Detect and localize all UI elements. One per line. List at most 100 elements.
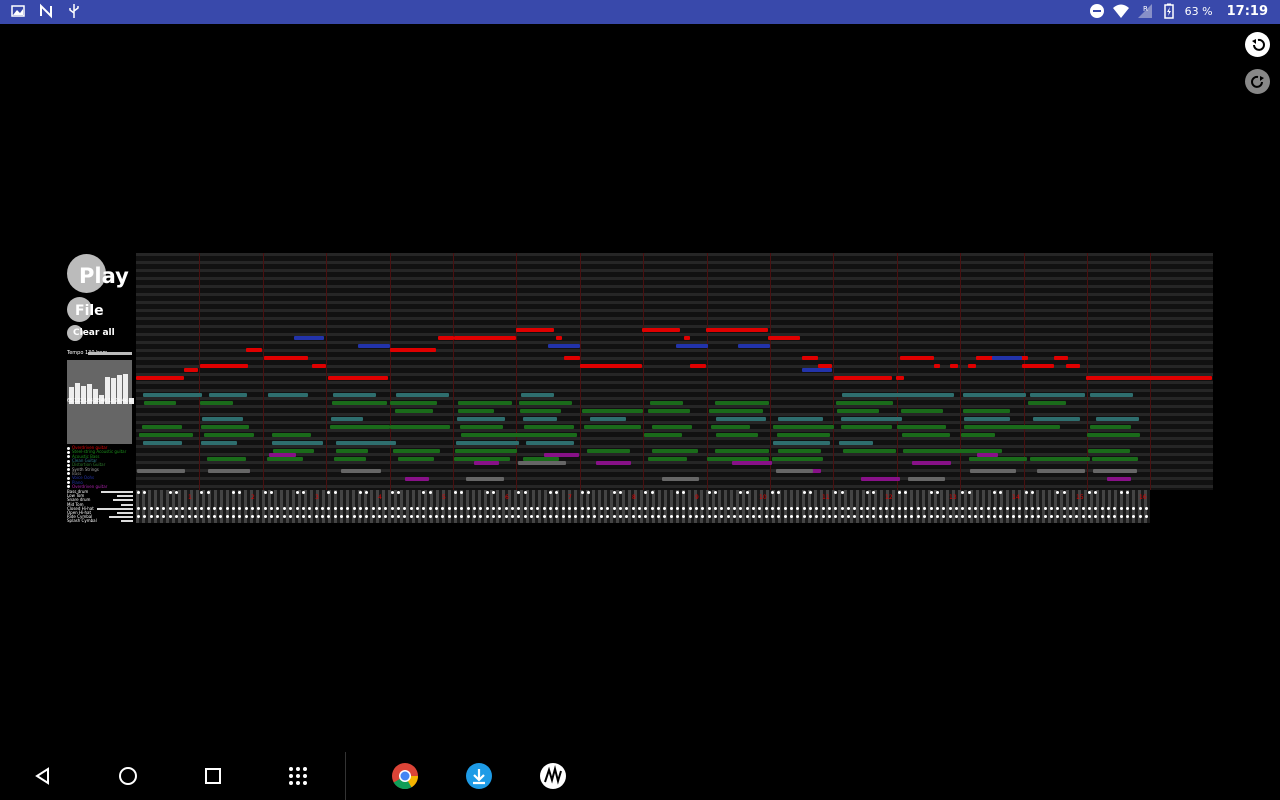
chord-note[interactable] <box>1033 417 1080 421</box>
chord-note[interactable] <box>963 409 1010 413</box>
drum-hit[interactable] <box>581 515 584 518</box>
drum-hit[interactable] <box>898 515 901 518</box>
drum-hit[interactable] <box>1037 507 1040 510</box>
drum-hit[interactable] <box>422 491 425 494</box>
drum-hit[interactable] <box>156 515 159 518</box>
drum-hit[interactable] <box>143 491 146 494</box>
drum-hit[interactable] <box>555 507 558 510</box>
drum-hit[interactable] <box>568 507 571 510</box>
chord-note[interactable] <box>652 449 698 453</box>
bass-note[interactable] <box>1107 477 1131 481</box>
chord-note[interactable] <box>393 449 440 453</box>
drum-hit[interactable] <box>752 507 755 510</box>
drum-hit[interactable] <box>334 507 337 510</box>
melody-note[interactable] <box>1054 356 1068 360</box>
drum-hit[interactable] <box>758 515 761 518</box>
chord-note[interactable] <box>143 441 182 445</box>
drum-hit[interactable] <box>1044 507 1047 510</box>
drum-hit[interactable] <box>733 507 736 510</box>
drum-hit[interactable] <box>251 515 254 518</box>
drum-hit[interactable] <box>175 515 178 518</box>
drum-hit[interactable] <box>162 507 165 510</box>
drum-hit[interactable] <box>651 491 654 494</box>
drum-hit[interactable] <box>803 515 806 518</box>
melody-note[interactable] <box>684 336 690 340</box>
drum-hit[interactable] <box>194 515 197 518</box>
chord-note[interactable] <box>903 449 963 453</box>
drum-hit[interactable] <box>739 515 742 518</box>
drum-hit[interactable] <box>315 515 318 518</box>
melody-note[interactable] <box>1022 364 1054 368</box>
drum-hit[interactable] <box>1120 507 1123 510</box>
drum-hit[interactable] <box>619 507 622 510</box>
drum-hit[interactable] <box>714 515 717 518</box>
melody-note[interactable] <box>454 336 516 340</box>
drum-hit[interactable] <box>923 507 926 510</box>
bass-note[interactable] <box>474 461 499 465</box>
chord-note[interactable] <box>715 401 769 405</box>
drum-hit[interactable] <box>378 507 381 510</box>
bass-note[interactable] <box>341 469 381 473</box>
drum-hit[interactable] <box>391 491 394 494</box>
drum-hit[interactable] <box>593 507 596 510</box>
drum-hit[interactable] <box>403 515 406 518</box>
drum-hit[interactable] <box>809 507 812 510</box>
drum-hit[interactable] <box>1120 515 1123 518</box>
drum-hit[interactable] <box>904 491 907 494</box>
drum-hit[interactable] <box>1069 515 1072 518</box>
harmony-note[interactable] <box>358 344 390 348</box>
melody-note[interactable] <box>580 364 642 368</box>
chord-note[interactable] <box>1087 433 1140 437</box>
chord-note[interactable] <box>584 425 641 429</box>
chord-note[interactable] <box>332 401 387 405</box>
drum-hit[interactable] <box>1094 515 1097 518</box>
drum-hit[interactable] <box>1094 507 1097 510</box>
drum-hit[interactable] <box>860 507 863 510</box>
drum-hit[interactable] <box>219 515 222 518</box>
drum-hit[interactable] <box>378 515 381 518</box>
drum-hit[interactable] <box>549 515 552 518</box>
drum-hit[interactable] <box>473 507 476 510</box>
drum-hit[interactable] <box>524 491 527 494</box>
drum-hit[interactable] <box>689 515 692 518</box>
drum-hit[interactable] <box>1056 491 1059 494</box>
drum-hit[interactable] <box>720 507 723 510</box>
chord-note[interactable] <box>142 425 182 429</box>
chord-note[interactable] <box>331 417 363 421</box>
bass-note[interactable] <box>544 453 579 457</box>
drum-volume[interactable] <box>121 520 133 523</box>
drum-hit[interactable] <box>834 515 837 518</box>
chord-note[interactable] <box>458 401 512 405</box>
drum-row[interactable]: Splash Cymbal <box>67 519 133 523</box>
drum-hit[interactable] <box>784 507 787 510</box>
drum-hit[interactable] <box>460 507 463 510</box>
drum-hit[interactable] <box>822 515 825 518</box>
drum-hit[interactable] <box>910 515 913 518</box>
bass-note[interactable] <box>908 477 945 481</box>
drum-hit[interactable] <box>327 491 330 494</box>
drum-hit[interactable] <box>207 515 210 518</box>
chord-note[interactable] <box>1030 457 1090 461</box>
drum-hit[interactable] <box>416 515 419 518</box>
chord-note[interactable] <box>650 401 683 405</box>
drum-hit[interactable] <box>143 507 146 510</box>
drum-hit[interactable] <box>974 515 977 518</box>
drum-hit[interactable] <box>1113 507 1116 510</box>
chord-note[interactable] <box>460 425 503 429</box>
drum-hit[interactable] <box>321 515 324 518</box>
chord-note[interactable] <box>520 409 561 413</box>
drum-hit[interactable] <box>910 507 913 510</box>
drum-hit[interactable] <box>568 515 571 518</box>
drum-hit[interactable] <box>904 507 907 510</box>
drum-hit[interactable] <box>657 515 660 518</box>
chord-note[interactable] <box>778 417 823 421</box>
drum-volume[interactable] <box>117 511 133 514</box>
drum-hit[interactable] <box>467 515 470 518</box>
drum-hit[interactable] <box>150 515 153 518</box>
music-app[interactable] <box>539 762 567 790</box>
chord-note[interactable] <box>207 457 246 461</box>
drum-hit[interactable] <box>1044 515 1047 518</box>
drum-hit[interactable] <box>771 491 774 494</box>
drum-hit[interactable] <box>340 515 343 518</box>
drum-hit[interactable] <box>232 507 235 510</box>
